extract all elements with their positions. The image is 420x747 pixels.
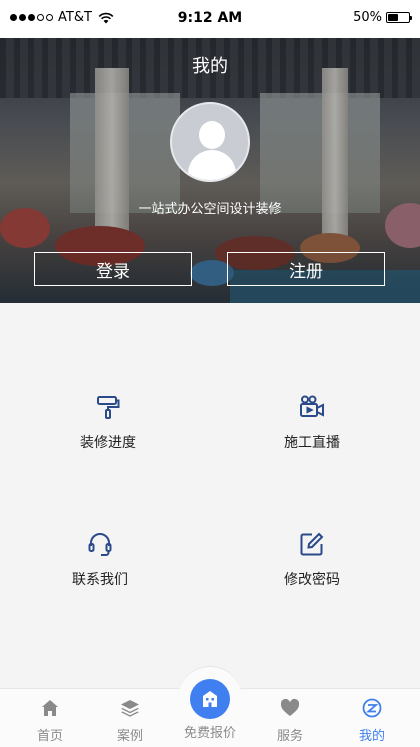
avatar-body-icon — [188, 150, 236, 180]
edit-icon — [300, 532, 324, 556]
tab-home[interactable]: 首页 — [8, 689, 92, 747]
menu-grid: 装修进度 施工直播 联系我们 修改密码 — [0, 303, 420, 688]
register-button[interactable]: 注册 — [227, 252, 385, 286]
menu-item-live[interactable]: 施工直播 — [207, 394, 417, 452]
tab-label: 首页 — [36, 729, 63, 744]
profile-header: 我的 一站式办公空间设计装修 登录 注册 — [0, 38, 420, 303]
menu-item-label: 装修进度 — [80, 435, 136, 451]
paint-roller-icon — [97, 396, 120, 419]
building-icon — [203, 691, 217, 707]
free-quote-label: 免费报价 — [183, 726, 236, 741]
menu-item-contact[interactable]: 联系我们 — [0, 531, 205, 589]
status-right: 50% — [353, 10, 412, 25]
layers-icon — [121, 700, 139, 717]
free-quote-button[interactable] — [178, 666, 242, 730]
avatar[interactable] — [170, 102, 250, 182]
tab-label: 我的 — [358, 729, 385, 744]
menu-item-progress[interactable]: 装修进度 — [3, 394, 213, 452]
menu-item-password[interactable]: 修改密码 — [207, 531, 417, 589]
tab-mine[interactable]: 我的 — [330, 689, 414, 747]
menu-item-label: 修改密码 — [284, 572, 340, 588]
menu-item-label: 联系我们 — [72, 572, 128, 588]
video-camera-icon — [300, 395, 324, 417]
status-bar: AT&T 9:12 AM 50% — [0, 0, 420, 38]
tagline: 一站式办公空间设计装修 — [138, 202, 282, 217]
heart-icon — [280, 698, 300, 716]
battery-icon — [386, 12, 412, 23]
tab-service[interactable]: 服务 — [248, 689, 332, 747]
home-icon — [42, 700, 58, 716]
tab-label: 案例 — [116, 729, 143, 744]
avatar-head-icon — [199, 121, 225, 149]
page-title: 我的 — [192, 56, 228, 77]
tab-cases[interactable]: 案例 — [88, 689, 172, 747]
headset-icon — [88, 533, 112, 556]
tab-label: 服务 — [276, 729, 303, 744]
login-button[interactable]: 登录 — [34, 252, 192, 286]
profile-icon — [362, 698, 382, 718]
menu-item-label: 施工直播 — [284, 435, 340, 451]
battery-percent: 50% — [353, 10, 382, 25]
